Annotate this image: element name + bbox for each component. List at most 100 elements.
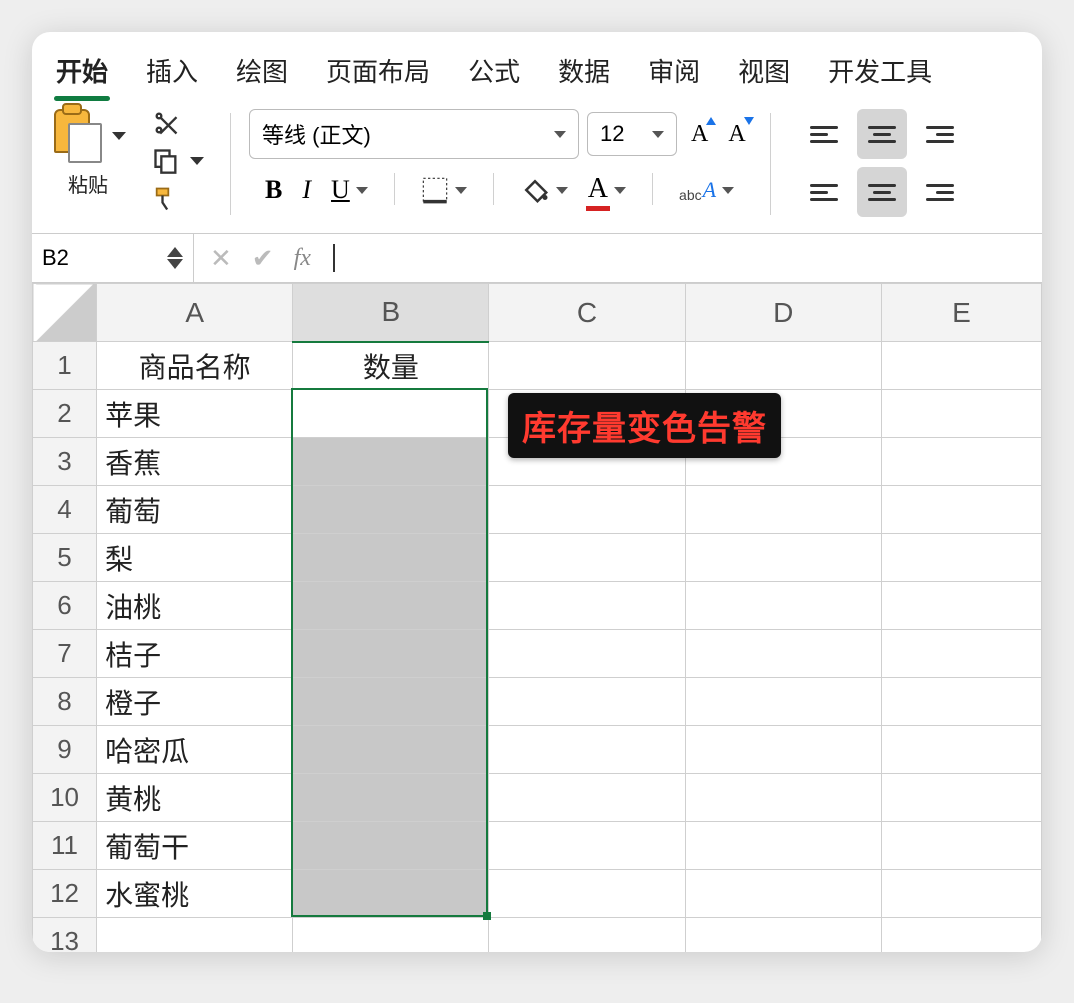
row-header-5[interactable]: 5 [33, 534, 97, 582]
tab-developer[interactable]: 开发工具 [826, 48, 934, 101]
row-header-12[interactable]: 12 [33, 870, 97, 918]
cell-A13[interactable] [97, 918, 293, 953]
cell-E13[interactable] [881, 918, 1041, 953]
insert-function-icon[interactable]: fx [294, 245, 311, 272]
align-left-button[interactable] [799, 167, 849, 217]
cell-E12[interactable] [881, 870, 1041, 918]
cell-A12[interactable]: 水蜜桃 [97, 870, 293, 918]
column-header-B[interactable]: B [293, 284, 489, 342]
row-header-9[interactable]: 9 [33, 726, 97, 774]
cell-D1[interactable] [685, 342, 881, 390]
cell-B11[interactable] [293, 822, 489, 870]
cell-C7[interactable] [489, 630, 685, 678]
cell-B2[interactable] [293, 390, 489, 438]
spreadsheet-grid[interactable]: ABCDE1商品名称数量2苹果3香蕉4葡萄5梨6油桃7桔子8橙子9哈密瓜10黄桃… [32, 283, 1042, 952]
tab-data[interactable]: 数据 [556, 48, 612, 101]
cell-A8[interactable]: 橙子 [97, 678, 293, 726]
increase-font-icon[interactable]: A [685, 119, 714, 150]
cell-D8[interactable] [685, 678, 881, 726]
cell-D10[interactable] [685, 774, 881, 822]
tab-view[interactable]: 视图 [736, 48, 792, 101]
font-color-button[interactable]: A [588, 173, 626, 207]
cell-B7[interactable] [293, 630, 489, 678]
cell-A1[interactable]: 商品名称 [97, 342, 293, 390]
cell-A10[interactable]: 黄桃 [97, 774, 293, 822]
cell-C1[interactable] [489, 342, 685, 390]
cell-C9[interactable] [489, 726, 685, 774]
tab-insert[interactable]: 插入 [144, 48, 200, 101]
row-header-4[interactable]: 4 [33, 486, 97, 534]
font-size-select[interactable]: 12 [587, 112, 677, 156]
cell-C5[interactable] [489, 534, 685, 582]
align-top-button[interactable] [799, 109, 849, 159]
row-header-3[interactable]: 3 [33, 438, 97, 486]
spinner-down-icon[interactable] [167, 259, 183, 269]
cell-A5[interactable]: 梨 [97, 534, 293, 582]
row-header-2[interactable]: 2 [33, 390, 97, 438]
underline-button[interactable]: U [331, 175, 368, 205]
tab-page-layout[interactable]: 页面布局 [324, 48, 432, 101]
column-header-D[interactable]: D [685, 284, 881, 342]
cell-D13[interactable] [685, 918, 881, 953]
column-header-E[interactable]: E [881, 284, 1041, 342]
cell-D12[interactable] [685, 870, 881, 918]
cell-A9[interactable]: 哈密瓜 [97, 726, 293, 774]
format-painter-icon[interactable] [152, 185, 180, 213]
cell-E1[interactable] [881, 342, 1041, 390]
tab-formulas[interactable]: 公式 [466, 48, 522, 101]
cell-D7[interactable] [685, 630, 881, 678]
cell-E8[interactable] [881, 678, 1041, 726]
cell-D11[interactable] [685, 822, 881, 870]
cell-C12[interactable] [489, 870, 685, 918]
align-middle-button[interactable] [857, 109, 907, 159]
row-header-6[interactable]: 6 [33, 582, 97, 630]
copy-dropdown-icon[interactable] [190, 157, 204, 165]
cut-icon[interactable] [152, 109, 180, 137]
cell-E11[interactable] [881, 822, 1041, 870]
column-header-A[interactable]: A [97, 284, 293, 342]
tab-home[interactable]: 开始 [54, 48, 110, 101]
cell-E10[interactable] [881, 774, 1041, 822]
cell-C11[interactable] [489, 822, 685, 870]
name-box-spinner[interactable] [167, 247, 183, 269]
row-header-1[interactable]: 1 [33, 342, 97, 390]
cancel-formula-icon[interactable]: ✕ [210, 243, 232, 274]
align-center-button[interactable] [857, 167, 907, 217]
tab-draw[interactable]: 绘图 [234, 48, 290, 101]
cell-E7[interactable] [881, 630, 1041, 678]
select-all-corner[interactable] [33, 284, 97, 342]
cell-E2[interactable] [881, 390, 1041, 438]
column-header-C[interactable]: C [489, 284, 685, 342]
cell-B3[interactable] [293, 438, 489, 486]
formula-input[interactable] [327, 234, 1042, 282]
font-name-select[interactable]: 等线 (正文) [249, 109, 579, 159]
cell-C13[interactable] [489, 918, 685, 953]
cell-E4[interactable] [881, 486, 1041, 534]
cell-B9[interactable] [293, 726, 489, 774]
cell-A7[interactable]: 桔子 [97, 630, 293, 678]
row-header-7[interactable]: 7 [33, 630, 97, 678]
row-header-11[interactable]: 11 [33, 822, 97, 870]
cell-E6[interactable] [881, 582, 1041, 630]
cell-B12[interactable] [293, 870, 489, 918]
cell-B4[interactable] [293, 486, 489, 534]
cell-C6[interactable] [489, 582, 685, 630]
cell-B1[interactable]: 数量 [293, 342, 489, 390]
cell-A2[interactable]: 苹果 [97, 390, 293, 438]
cell-D4[interactable] [685, 486, 881, 534]
cell-B6[interactable] [293, 582, 489, 630]
row-header-13[interactable]: 13 [33, 918, 97, 953]
phonetic-guide-button[interactable]: abcA [679, 177, 734, 203]
cell-E3[interactable] [881, 438, 1041, 486]
cell-A11[interactable]: 葡萄干 [97, 822, 293, 870]
copy-icon[interactable] [152, 147, 180, 175]
cell-A3[interactable]: 香蕉 [97, 438, 293, 486]
spinner-up-icon[interactable] [167, 247, 183, 257]
selection-fill-handle[interactable] [483, 912, 491, 920]
enter-formula-icon[interactable]: ✔ [252, 243, 274, 274]
cell-D9[interactable] [685, 726, 881, 774]
borders-button[interactable] [421, 176, 467, 204]
paste-dropdown-icon[interactable] [112, 132, 126, 140]
align-bottom-button[interactable] [915, 109, 965, 159]
cell-A6[interactable]: 油桃 [97, 582, 293, 630]
